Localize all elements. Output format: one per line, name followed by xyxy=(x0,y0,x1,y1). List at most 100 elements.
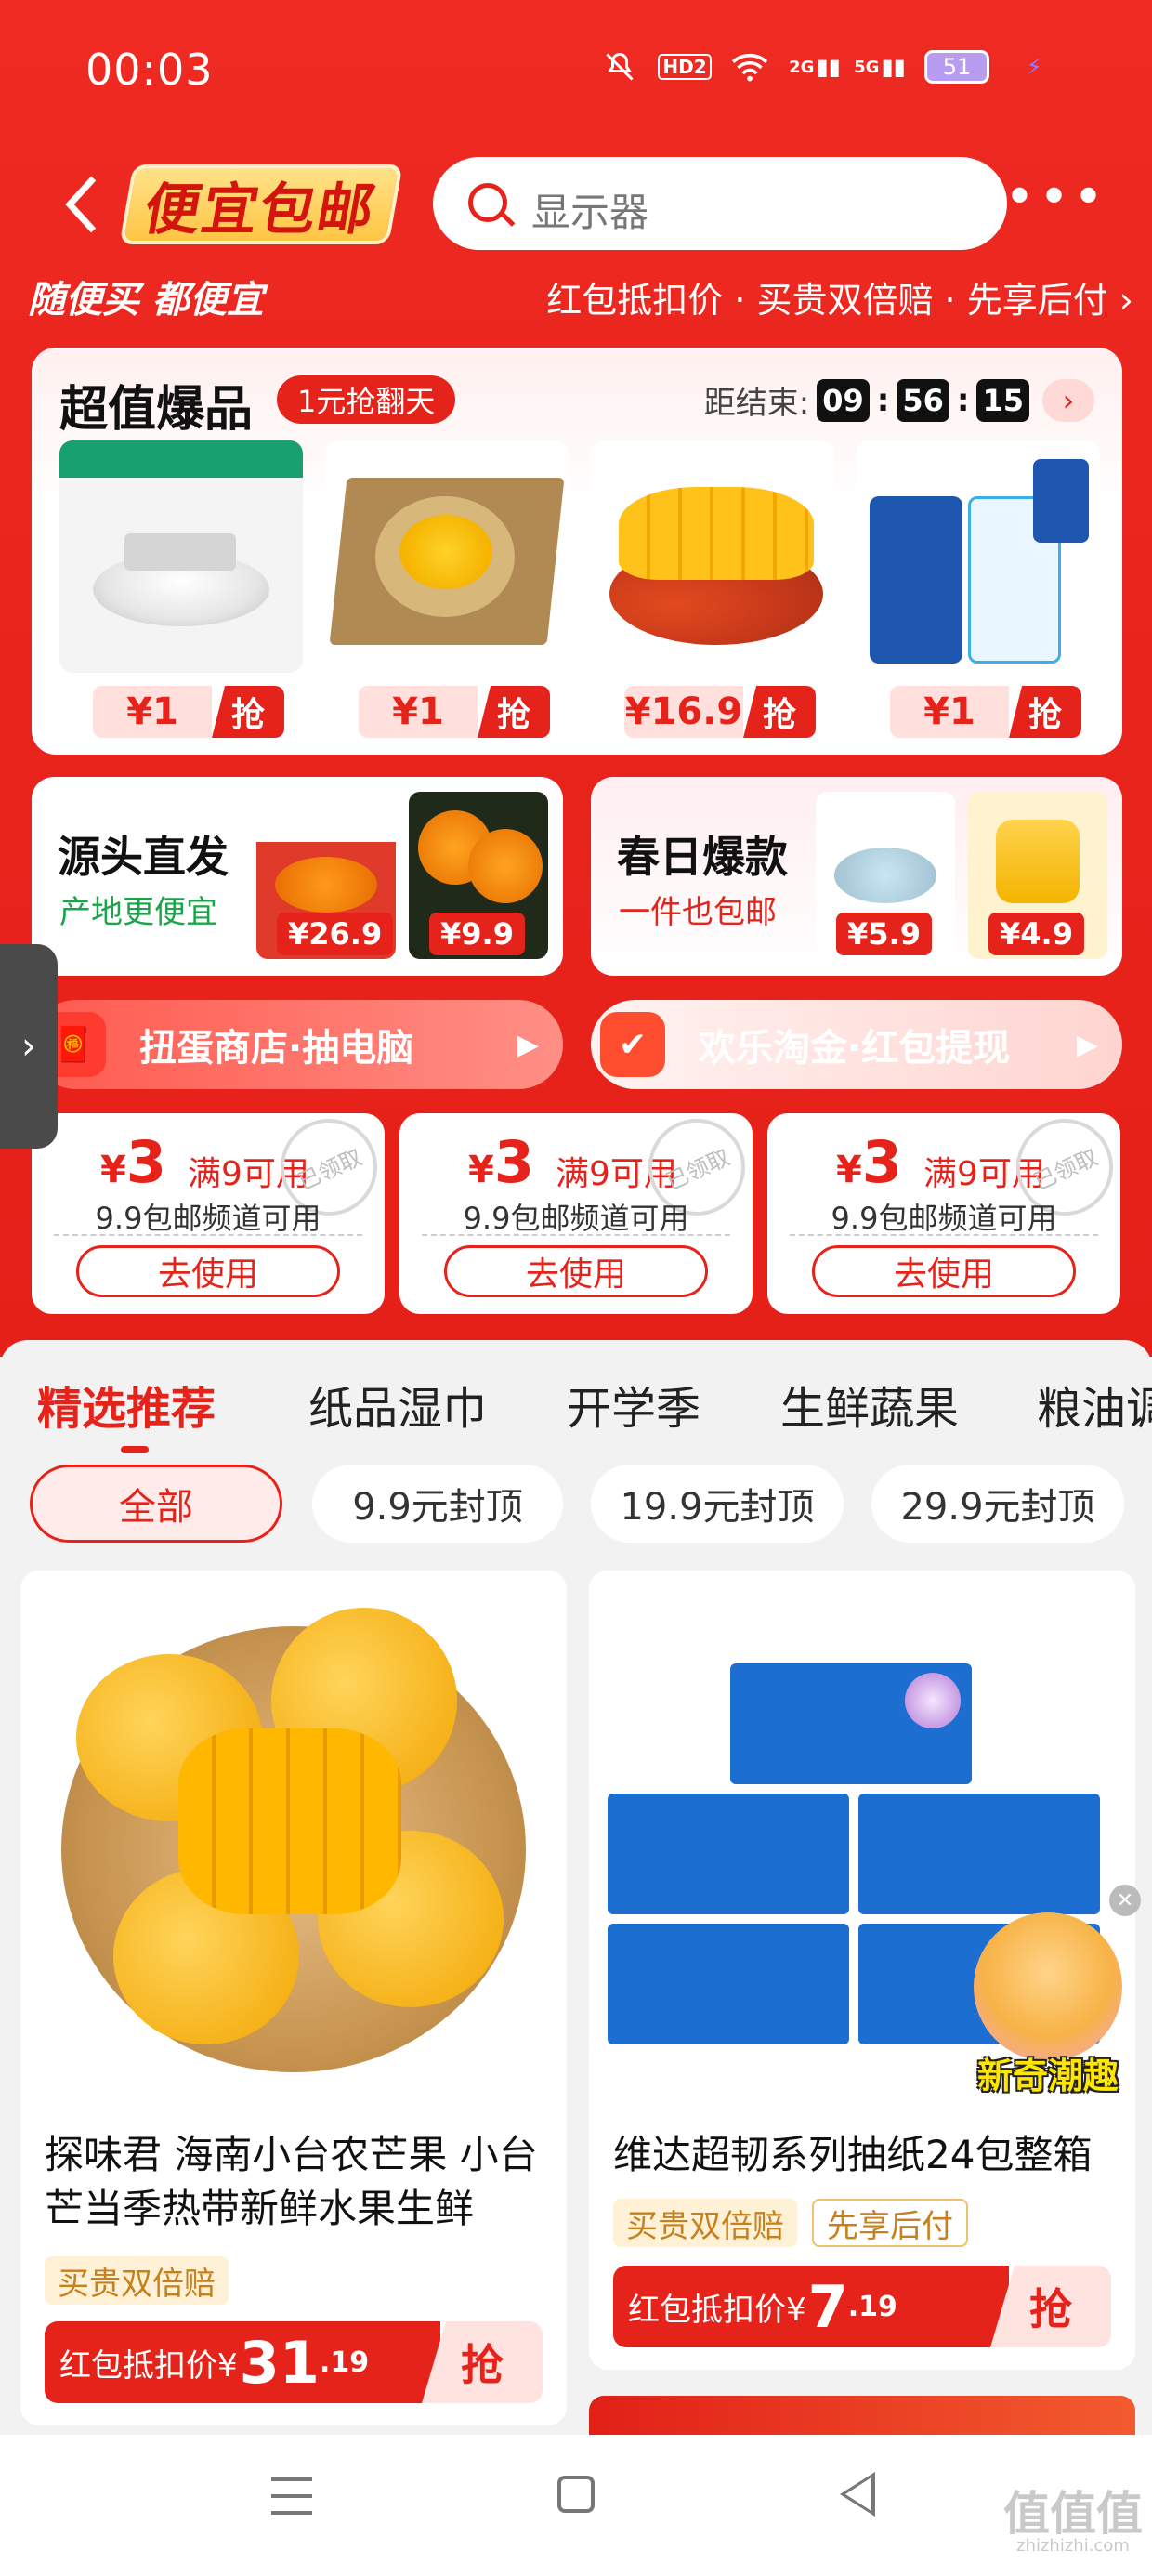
coupon-description: 9.9包邮频道可用 xyxy=(831,1201,1057,1236)
product-card[interactable]: 探味君 海南小台农芒果 小台芒当季热带新鲜水果生鲜 买贵双倍赔 红包抵扣价¥ 31… xyxy=(20,1571,567,2425)
watermark-sub: zhizhizhi.com xyxy=(1016,2536,1130,2556)
divider xyxy=(54,1234,362,1236)
grab-button[interactable]: 抢 xyxy=(1009,686,1081,738)
hot-deal-item[interactable]: ¥16.9 抢 xyxy=(591,440,834,738)
product-title: 维达超韧系列抽纸24包整箱 xyxy=(613,2132,1093,2177)
price-integer: 31 xyxy=(239,2328,320,2397)
tab-featured[interactable]: 精选推荐 xyxy=(37,1372,216,1437)
tab-grain-oil[interactable]: 粮油调 xyxy=(1037,1372,1152,1437)
hot-deal-price: ¥1 xyxy=(93,686,212,738)
product-title: 探味君 海南小台农芒果 小台芒当季热带新鲜水果生鲜 xyxy=(45,2132,538,2231)
slogan-bar: 随便买 都便宜 红包抵扣价 · 买贵双倍赔 · 先享后付 › xyxy=(28,269,1133,325)
home-icon[interactable] xyxy=(557,2476,595,2513)
coupon-card: ¥3 满9可用 已领取 9.9包邮频道可用 去使用 xyxy=(399,1103,761,1314)
floating-ad-label: 新奇潮趣 xyxy=(976,2056,1119,2096)
hot-deal-item[interactable]: ¥1 抢 xyxy=(59,440,303,738)
hot-deal-item[interactable]: ¥1 抢 xyxy=(325,440,569,738)
system-navigation-bar: 值值值 zhizhizhi.com xyxy=(0,2435,1152,2576)
spring-hot-card[interactable]: 春日爆款 一件也包邮 ¥5.9 ¥4.9 xyxy=(591,777,1122,976)
product-price-bar: 红包抵扣价¥ 31.19 抢 xyxy=(45,2321,543,2403)
floating-ad[interactable]: ✕ 新奇潮趣 xyxy=(955,1885,1141,2098)
hd-label: HD2 xyxy=(658,54,712,80)
grab-button[interactable]: 抢 xyxy=(743,686,816,738)
chip-all[interactable]: 全部 xyxy=(30,1465,282,1543)
use-coupon-button[interactable]: 去使用 xyxy=(444,1245,708,1297)
active-tab-indicator xyxy=(121,1446,149,1453)
countdown-hours: 09 xyxy=(817,378,870,422)
product-price-bar: 红包抵扣价¥ 7.19 抢 xyxy=(613,2266,1111,2347)
grab-button[interactable]: 抢 xyxy=(212,686,284,738)
coupon-amount: ¥3 xyxy=(100,1128,166,1196)
tab-fresh-produce[interactable]: 生鲜蔬果 xyxy=(780,1372,959,1437)
back-icon[interactable] xyxy=(840,2472,875,2517)
signal-2g-label: 2G xyxy=(789,57,815,77)
chip-29-9[interactable]: 29.9元封顶 xyxy=(871,1465,1124,1543)
use-coupon-button[interactable]: 去使用 xyxy=(76,1245,340,1297)
product-price: 红包抵扣价¥ 7.19 xyxy=(613,2266,1009,2347)
service-guarantees-link[interactable]: 红包抵扣价 · 买贵双倍赔 · 先享后付 › xyxy=(546,271,1133,322)
gold-rush-pill[interactable]: ✔ 欢乐淘金·红包提现 ▶ xyxy=(591,1000,1122,1089)
mascot-icon xyxy=(974,1912,1122,2061)
coupon-currency: ¥ xyxy=(100,1149,126,1191)
product-tag: 先享后付 xyxy=(812,2199,968,2247)
chip-9-9[interactable]: 9.9元封顶 xyxy=(312,1465,563,1543)
mini-card-subtitle: 一件也包邮 xyxy=(619,894,777,931)
charging-icon: ⚡ xyxy=(1026,54,1042,80)
sealer-icon: ¥4.9 xyxy=(968,792,1107,959)
coupon-description: 9.9包邮频道可用 xyxy=(463,1201,689,1236)
product-tags: 买贵双倍赔 xyxy=(45,2256,229,2305)
pill-label: 欢乐淘金·红包提现 xyxy=(699,1027,1011,1070)
dried-fruit-icon xyxy=(325,440,569,673)
pill-label: 扭蛋商店·抽电脑 xyxy=(139,1027,414,1070)
coupon-currency: ¥ xyxy=(468,1149,494,1191)
mini-card-price: ¥4.9 xyxy=(988,913,1084,955)
downlight-icon xyxy=(59,440,303,673)
coupon-description: 9.9包邮频道可用 xyxy=(95,1201,321,1236)
tab-paper-wipes[interactable]: 纸品湿巾 xyxy=(308,1372,487,1437)
hot-deal-price: ¥16.9 xyxy=(624,686,743,738)
signal-5g-label: 5G xyxy=(854,57,880,77)
close-icon[interactable]: ✕ xyxy=(1109,1885,1141,1916)
product-tags: 买贵双倍赔 先享后付 xyxy=(613,2199,968,2247)
more-options-icon[interactable]: ••• xyxy=(1004,172,1107,224)
coupon-value: 3 xyxy=(861,1128,902,1196)
tab-back-to-school[interactable]: 开学季 xyxy=(567,1372,700,1437)
price-integer: 7 xyxy=(807,2272,848,2341)
mango-basket-icon xyxy=(20,1571,567,2091)
mute-icon xyxy=(599,48,640,85)
search-bar[interactable]: 显示器 xyxy=(433,157,1007,250)
grab-button[interactable]: 抢 xyxy=(478,686,550,738)
divider xyxy=(422,1234,730,1236)
status-time: 00:03 xyxy=(85,45,214,95)
play-arrow-icon: ▶ xyxy=(517,1028,539,1061)
search-placeholder[interactable]: 显示器 xyxy=(531,181,648,238)
price-filter-chips: 全部 9.9元封顶 19.9元封顶 29.9元封顶 xyxy=(0,1465,1152,1548)
hot-deal-item[interactable]: ¥1 抢 xyxy=(857,440,1100,738)
signal-5g-icon: 5G ▮▮ xyxy=(854,54,906,80)
hot-deal-price: ¥1 xyxy=(359,686,478,738)
back-arrow-icon[interactable] xyxy=(59,172,115,237)
use-coupon-button[interactable]: 去使用 xyxy=(812,1245,1076,1297)
mini-card-price: ¥9.9 xyxy=(429,913,525,955)
menu-icon[interactable] xyxy=(271,2477,312,2515)
source-direct-card[interactable]: 源头直发 产地更便宜 ¥26.9 ¥9.9 xyxy=(32,777,563,976)
gacha-shop-pill[interactable]: 🧧 扭蛋商店·抽电脑 ▶ xyxy=(32,1000,563,1089)
signal-2g-icon: 2G ▮▮ xyxy=(789,54,841,80)
chevron-right-icon[interactable]: › xyxy=(1042,378,1094,422)
countdown-seconds: 15 xyxy=(976,378,1029,422)
side-drawer-handle[interactable]: › xyxy=(0,944,58,1149)
divider xyxy=(790,1234,1098,1236)
price-decimal: .19 xyxy=(319,2346,370,2379)
chip-19-9[interactable]: 19.9元封顶 xyxy=(591,1465,844,1543)
mango-icon xyxy=(591,440,834,673)
countdown-timer: 距结束: 09 : 56 : 15 › xyxy=(704,377,1094,423)
mini-card-subtitle: 产地更便宜 xyxy=(59,894,217,931)
coupon-card: ¥3 满9可用 已领取 9.9包邮频道可用 去使用 xyxy=(767,1103,1129,1314)
hot-deals-tag: 1元抢翻天 xyxy=(277,375,456,424)
category-tabs: 精选推荐 纸品湿巾 开学季 生鲜蔬果 粮油调 xyxy=(0,1372,1152,1455)
product-tag: 买贵双倍赔 xyxy=(613,2199,797,2247)
coupon-amount: ¥3 xyxy=(836,1128,902,1196)
mini-card-title: 春日爆款 xyxy=(617,832,788,882)
play-arrow-icon: ▶ xyxy=(1076,1028,1098,1061)
price-label: 红包抵扣价¥ xyxy=(628,2291,806,2329)
